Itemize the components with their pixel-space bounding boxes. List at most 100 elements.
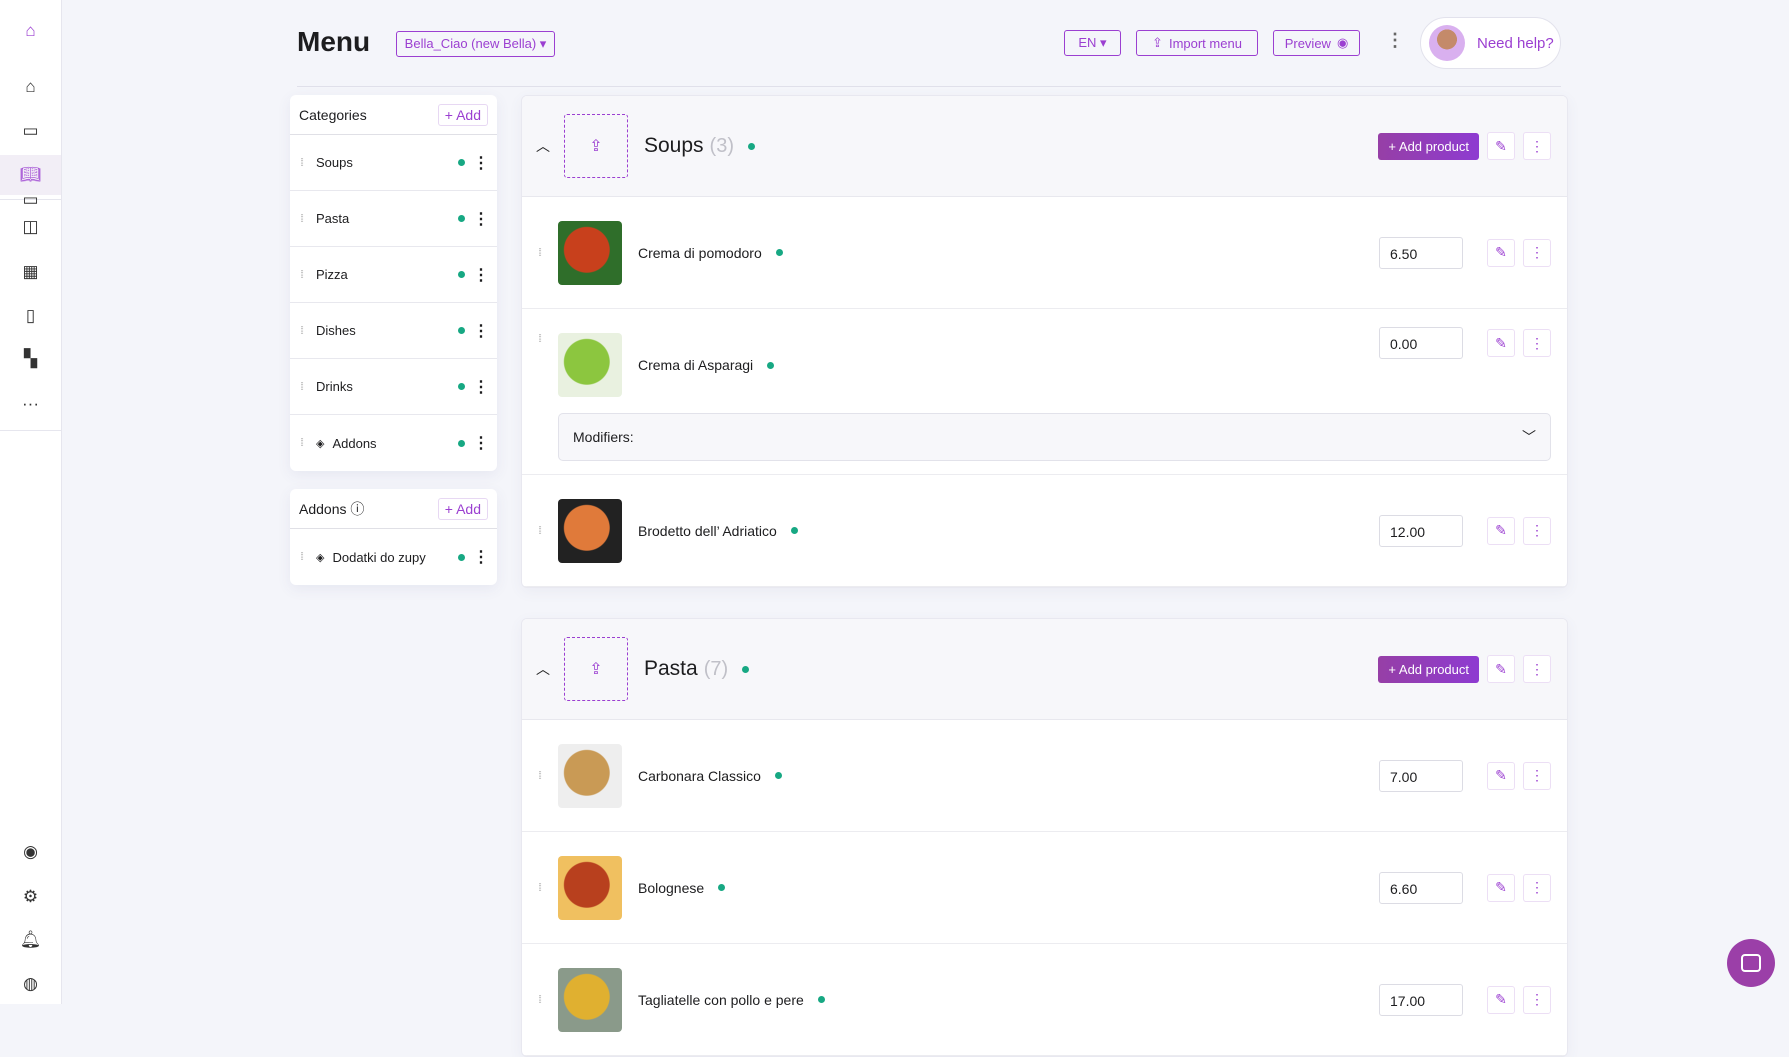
drag-handle-icon[interactable]: ⁞⁞ (300, 381, 308, 393)
edit-icon[interactable]: ✎ (1487, 761, 1515, 790)
price-input[interactable]: 6.50 (1379, 236, 1463, 269)
category-name: Dodatki do zupy (332, 549, 426, 565)
price-input[interactable]: 0.00 (1379, 327, 1463, 359)
status-dot (790, 527, 798, 534)
edit-icon[interactable]: ✎ (1487, 516, 1515, 545)
more-options-icon[interactable]: ⋮ (473, 153, 489, 173)
inbox-icon[interactable]: ▭ (0, 111, 61, 151)
modifiers-dropdown[interactable]: Modifiers: ﹀ (558, 413, 1551, 461)
status-dot (742, 665, 750, 673)
drag-handle-icon[interactable]: ⁞⁞ (300, 157, 308, 169)
product-row: ⁞⁞ Brodetto dell’ Adriatico 12.00 ✎ ⋮ (522, 475, 1567, 587)
add-category-button[interactable]: + Add (437, 103, 488, 126)
price-input[interactable]: 6.60 (1379, 871, 1463, 904)
edit-icon[interactable]: ✎ (1487, 873, 1515, 902)
more-options-icon[interactable]: ⋮ (473, 547, 489, 567)
add-product-button[interactable]: + Add product (1378, 655, 1479, 683)
gear-icon[interactable]: ⚙ (0, 877, 61, 917)
status-dot (458, 159, 465, 166)
drag-handle-icon[interactable]: ⁞⁞ (538, 882, 546, 894)
drag-handle-icon[interactable]: ⁞⁞ (300, 551, 308, 563)
more-options-icon[interactable]: ⋮ (473, 433, 489, 453)
category-section: ︿ ⇪ Pasta (7) + Add product ✎ ⋮ ⁞⁞ Carbonara Cl… (521, 618, 1568, 1057)
product-image (558, 855, 622, 920)
more-options-icon[interactable]: ⋮ (1523, 985, 1551, 1014)
drag-handle-icon[interactable]: ⁞⁞ (300, 325, 308, 337)
upload-image-button[interactable]: ⇪ (564, 637, 628, 701)
price-input[interactable]: 7.00 (1379, 759, 1463, 792)
add-addon-button[interactable]: + Add (437, 497, 488, 520)
chevron-up-icon[interactable]: ︿ (536, 659, 556, 679)
status-dot (458, 553, 465, 561)
chevron-up-icon[interactable]: ︿ (536, 136, 556, 156)
eye-icon: ◉ (1336, 35, 1349, 50)
category-item[interactable]: ⁞⁞ Drinks ⋮ (290, 359, 497, 415)
more-options-icon[interactable]: ⋮ (1523, 132, 1551, 160)
import-menu-button[interactable]: ⇪ Import menu (1136, 30, 1258, 56)
edit-icon[interactable]: ✎ (1487, 655, 1515, 683)
more-options-icon[interactable]: ⋮ (1523, 873, 1551, 902)
status-dot (458, 383, 465, 390)
drag-handle-icon[interactable]: ⁞⁞ (538, 525, 546, 537)
drag-handle-icon[interactable]: ⁞⁞ (538, 247, 546, 259)
edit-icon[interactable]: ✎ (1487, 238, 1515, 267)
more-options-icon[interactable]: ⋮ (473, 209, 489, 229)
status-dot (458, 439, 465, 447)
category-item[interactable]: ⁞⁞ ◈ Addons ⋮ (290, 415, 497, 471)
eye-off-icon: ◈ (316, 437, 325, 450)
more-options-icon[interactable]: ⋮ (473, 321, 489, 341)
chat-button[interactable] (1727, 939, 1775, 987)
eye-icon[interactable]: ◉ (0, 832, 61, 872)
section-title: Pasta (644, 657, 698, 680)
restaurant-select[interactable]: Bella_Ciao (new Bella) ▾ (396, 31, 555, 57)
category-item[interactable]: ⁞⁞ Dishes ⋮ (290, 303, 497, 359)
more-options-icon[interactable]: ⋮ (473, 377, 489, 397)
add-product-button[interactable]: + Add product (1378, 132, 1479, 160)
drag-handle-icon[interactable]: ⁞⁞ (300, 437, 308, 449)
preview-button[interactable]: Preview ◉ (1273, 30, 1360, 56)
more-options-icon[interactable]: ⋮ (1523, 329, 1551, 357)
more-options-icon[interactable]: ⋮ (1523, 655, 1551, 683)
help-button[interactable]: Need help? (1420, 17, 1561, 69)
bell-icon[interactable]: 🔔︎ (0, 920, 61, 960)
addons-title: Addons (299, 500, 347, 517)
upload-image-button[interactable]: ⇪ (564, 114, 628, 178)
edit-icon[interactable]: ✎ (1487, 329, 1515, 357)
language-select[interactable]: EN ▾ (1064, 30, 1121, 56)
bag-icon[interactable]: ◫ (0, 207, 61, 247)
drag-handle-icon[interactable]: ⁞⁞ (300, 213, 308, 225)
calendar-icon[interactable]: ▦ (0, 252, 61, 292)
eye-off-icon: ◈ (316, 551, 325, 564)
restaurant-avatar[interactable]: ◍ (0, 964, 61, 1004)
status-dot (817, 996, 825, 1003)
drag-handle-icon[interactable]: ⁞⁞ (300, 269, 308, 281)
category-item[interactable]: ⁞⁞ Pizza ⋮ (290, 247, 497, 303)
status-dot (748, 142, 755, 150)
product-row: ⁞⁞ Carbonara Classico 7.00 ✎ ⋮ (522, 720, 1567, 832)
status-dot (774, 772, 782, 779)
category-item[interactable]: ⁞⁞ ◈ Dodatki do zupy ⋮ (290, 529, 497, 585)
more-options-icon[interactable]: ⋮ (1523, 761, 1551, 790)
more-options-icon[interactable]: ⋮ (473, 265, 489, 285)
drag-handle-icon[interactable]: ⁞⁞ (538, 770, 546, 782)
help-circle-icon[interactable]: ⓘ (350, 501, 364, 517)
more-icon[interactable]: ··· (0, 384, 61, 424)
price-input[interactable]: 17.00 (1379, 983, 1463, 1016)
phone-icon[interactable]: ▯ (0, 296, 61, 336)
product-name: Carbonara Classico (638, 767, 761, 784)
edit-icon[interactable]: ✎ (1487, 985, 1515, 1014)
product-name: Crema di pomodoro (638, 244, 762, 261)
price-input[interactable]: 12.00 (1379, 514, 1463, 547)
more-options-icon[interactable]: ⋮ (1523, 238, 1551, 267)
more-options-icon[interactable]: ⋮ (1523, 516, 1551, 545)
qr-code-icon[interactable]: ▚ (0, 339, 61, 379)
more-options-icon[interactable]: ⋮ (1386, 30, 1404, 51)
category-name: Dishes (316, 323, 356, 338)
drag-handle-icon[interactable]: ⁞⁞ (538, 333, 546, 345)
category-item[interactable]: ⁞⁞ Pasta ⋮ (290, 191, 497, 247)
page-title: Menu (297, 26, 371, 57)
category-item[interactable]: ⁞⁞ Soups ⋮ (290, 135, 497, 191)
sidebar: ⌂ ⌂ ▭ 📖︎ ▭ ◫ ▦ ▯ ▚ ··· ◉ ⚙ 🔔︎ ◍ (0, 0, 62, 1004)
home-icon[interactable]: ⌂ (0, 67, 61, 107)
edit-icon[interactable]: ✎ (1487, 132, 1515, 160)
